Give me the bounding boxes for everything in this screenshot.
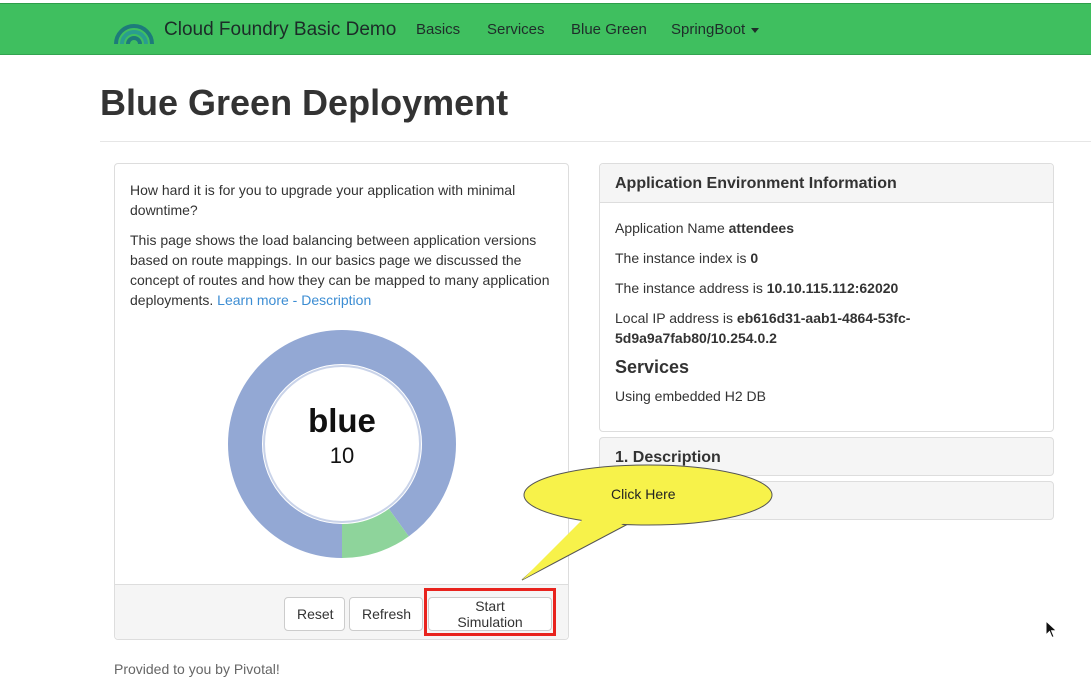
title-divider: [100, 141, 1091, 142]
services-title: Services: [615, 357, 690, 377]
reset-button[interactable]: Reset: [284, 597, 345, 631]
donut-center-count: 10: [329, 443, 355, 468]
app-name-label: Application Name: [615, 220, 725, 236]
environment-info-panel: Application Environment Information Appl…: [599, 163, 1054, 432]
page-title: Blue Green Deployment: [100, 82, 509, 123]
environment-info-title: Application Environment Information: [615, 175, 897, 192]
footer-credit: Provided to you by Pivotal!: [114, 661, 280, 677]
start-simulation-button[interactable]: Start Simulation: [428, 597, 552, 631]
brand[interactable]: Cloud Foundry Basic Demo: [112, 10, 396, 50]
instance-address-label: The instance address is: [615, 280, 763, 296]
nav-link-blue-green[interactable]: Blue Green: [571, 21, 647, 38]
instance-index-value: 0: [750, 250, 759, 266]
local-ip-line: Local IP address is eb616d31-aab1-4864-5…: [615, 308, 935, 348]
click-here-callout: [521, 464, 773, 581]
nav-dropdown-label: SpringBoot: [671, 21, 746, 38]
nav-link-services[interactable]: Services: [487, 21, 545, 38]
services-text: Using embedded H2 DB: [615, 388, 766, 404]
cloud-foundry-logo-icon: [114, 24, 154, 45]
nav-link-basics[interactable]: Basics: [416, 21, 460, 38]
nav-dropdown-springboot[interactable]: SpringBoot: [671, 21, 760, 38]
app-name-value: attendees: [728, 220, 794, 236]
description-text: This page shows the load balancing betwe…: [130, 230, 550, 310]
donut-center-label: blue: [308, 402, 376, 439]
app-name-line: Application Name attendees: [615, 218, 1035, 238]
caret-down-icon: [751, 27, 760, 33]
simulation-panel: How hard it is for you to upgrade your a…: [114, 163, 569, 640]
instance-address-value: 10.10.115.112:62020: [766, 280, 899, 296]
navbar: Cloud Foundry Basic Demo Basics Services…: [0, 3, 1091, 55]
panel-footer: Reset Refresh Start Simulation: [115, 584, 568, 639]
donut-chart: blue 10: [228, 330, 456, 558]
instance-address-line: The instance address is 10.10.115.112:62…: [615, 278, 1035, 298]
environment-info-heading: Application Environment Information: [600, 164, 1053, 203]
learn-more-link[interactable]: Learn more - Description: [217, 292, 371, 308]
callout-text: Click Here: [611, 486, 676, 502]
instance-index-label: The instance index is: [615, 250, 747, 266]
brand-title: Cloud Foundry Basic Demo: [164, 19, 397, 40]
mouse-pointer-icon: [1045, 620, 1058, 639]
intro-text: How hard it is for you to upgrade your a…: [130, 182, 516, 218]
local-ip-label: Local IP address is: [615, 310, 734, 326]
refresh-button[interactable]: Refresh: [349, 597, 423, 631]
instance-index-line: The instance index is 0: [615, 248, 1035, 268]
